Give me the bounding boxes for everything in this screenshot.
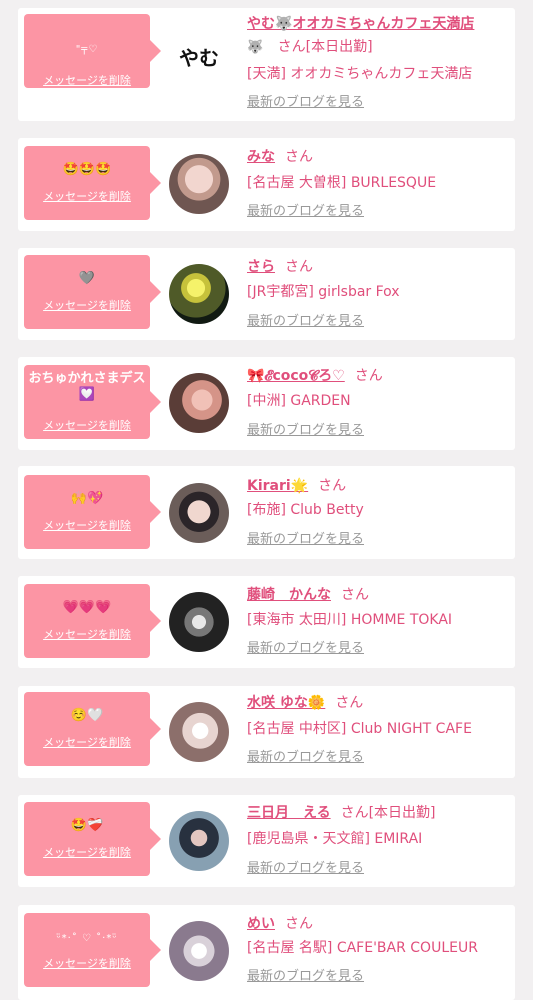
avatar[interactable] [169, 921, 229, 981]
message-text: 🤩❤️‍🩹 [70, 818, 104, 833]
avatar[interactable] [169, 154, 229, 214]
message-bubble: 💗💗💗 メッセージを削除 [24, 584, 161, 658]
delete-message-link[interactable]: メッセージを削除 [24, 957, 150, 971]
delete-message-link[interactable]: メッセージを削除 [24, 419, 150, 433]
message-card: "╤♡ メッセージを削除 やむ やむ🐺オオカミちゃんカフェ天満店 🐺 さん[本日… [18, 8, 515, 121]
delete-message-link[interactable]: メッセージを削除 [24, 846, 150, 860]
latest-blog-link[interactable]: 最新のブログを見る [247, 641, 364, 657]
message-card: 🙌💖 メッセージを削除 Kirari🌟 さん [布施] Club Betty 最新… [18, 466, 515, 559]
cast-name-link[interactable]: めい [247, 916, 275, 932]
latest-blog-link[interactable]: 最新のブログを見る [247, 314, 364, 330]
latest-blog-link[interactable]: 最新のブログを見る [247, 423, 364, 439]
avatar-logo-text: やむ [179, 46, 219, 70]
message-card: 💗💗💗 メッセージを削除 藤崎 かんな さん [東海市 太田川] HOMME TO… [18, 576, 515, 668]
honorific: さん [341, 587, 369, 603]
latest-blog-link[interactable]: 最新のブログを見る [247, 204, 364, 220]
delete-message-link[interactable]: メッセージを削除 [24, 74, 150, 88]
cast-name-link[interactable]: さら [247, 259, 275, 275]
message-text: ᵕ̈*·˚ ♡ ˚·*ᵕ̈ [56, 933, 118, 944]
cast-name-link[interactable]: みな [247, 149, 275, 165]
latest-blog-link[interactable]: 最新のブログを見る [247, 95, 364, 111]
name-row: めい さん [247, 915, 507, 933]
honorific: さん [285, 149, 313, 165]
avatar[interactable] [169, 264, 229, 324]
message-text: ☺️🤍 [70, 708, 104, 723]
status-badge: [本日出勤] [305, 39, 373, 55]
honorific: さん [277, 39, 306, 55]
name-row: Kirari🌟 さん [247, 477, 507, 495]
message-bubble: 🤩🤩🤩 メッセージを削除 [24, 146, 161, 220]
cast-name-link[interactable]: 三日月 える [247, 805, 331, 821]
delete-message-link[interactable]: メッセージを削除 [24, 736, 150, 750]
honorific: さん [285, 259, 313, 275]
message-card: おちゅかれさまデス💟 メッセージを削除 🎀𝓔coco𝓒ろ♡ さん [中洲] GAR… [18, 357, 515, 450]
message-text: 🩶 [78, 271, 96, 286]
delete-message-link[interactable]: メッセージを削除 [24, 628, 150, 642]
cast-name-link[interactable]: 🎀𝓔coco𝓒ろ♡ [247, 368, 345, 384]
latest-blog-link[interactable]: 最新のブログを見る [247, 750, 364, 766]
name-row: 三日月 える さん[本日出勤] [247, 804, 507, 822]
name-row: 藤崎 かんな さん [247, 586, 507, 604]
name-row: 水咲 ゆな🌼 さん [247, 694, 507, 712]
message-text: 🙌💖 [70, 491, 104, 506]
message-text: 💗💗💗 [62, 600, 112, 615]
latest-blog-link[interactable]: 最新のブログを見る [247, 532, 364, 548]
message-bubble: ☺️🤍 メッセージを削除 [24, 692, 161, 766]
message-card: 🤩❤️‍🩹 メッセージを削除 三日月 える さん[本日出勤] [鹿児島県・天文館]… [18, 795, 515, 887]
latest-blog-link[interactable]: 最新のブログを見る [247, 969, 364, 985]
name-row: みな さん [247, 148, 507, 166]
wolf-icon: 🐺 [247, 40, 264, 55]
honorific: さん [354, 368, 383, 384]
message-bubble: 🙌💖 メッセージを削除 [24, 475, 161, 549]
message-text: 🤩🤩🤩 [62, 162, 112, 177]
shop-name: [鹿児島県・天文館] EMIRAI [247, 831, 423, 847]
avatar[interactable] [169, 373, 229, 433]
name-row: さら さん [247, 258, 507, 276]
shop-name: [名古屋 中村区] Club NIGHT CAFE [247, 721, 472, 737]
message-card: 🩶 メッセージを削除 さら さん [JR宇都宮] girlsbar Fox 最新の… [18, 248, 515, 340]
shop-name: [名古屋 名駅] CAFE'BAR COULEUR [247, 940, 478, 956]
message-card: ᵕ̈*·˚ ♡ ˚·*ᵕ̈ メッセージを削除 めい さん [名古屋 名駅] CAF… [18, 905, 515, 1000]
avatar[interactable] [169, 702, 229, 762]
message-bubble: 🤩❤️‍🩹 メッセージを削除 [24, 802, 161, 876]
message-card: ☺️🤍 メッセージを削除 水咲 ゆな🌼 さん [名古屋 中村区] Club NIG… [18, 686, 515, 778]
message-card: 🤩🤩🤩 メッセージを削除 みな さん [名古屋 大曽根] BURLESQUE 最新… [18, 138, 515, 231]
message-bubble: "╤♡ メッセージを削除 [24, 14, 161, 88]
delete-message-link[interactable]: メッセージを削除 [24, 519, 150, 533]
honorific: さん [335, 695, 364, 711]
delete-message-link[interactable]: メッセージを削除 [24, 190, 150, 204]
honorific: さん [340, 805, 369, 821]
cast-name-link[interactable]: 藤崎 かんな [247, 587, 331, 603]
avatar[interactable] [169, 483, 229, 543]
latest-blog-link[interactable]: 最新のブログを見る [247, 861, 364, 877]
message-text: "╤♡ [75, 44, 99, 55]
shop-name: [布施] Club Betty [247, 502, 364, 518]
honorific: さん [285, 916, 313, 932]
status-badge: [本日出勤] [368, 805, 436, 821]
name-row: 🎀𝓔coco𝓒ろ♡ さん [247, 367, 507, 385]
shop-name: [天満] オオカミちゃんカフェ天満店 [247, 66, 473, 82]
shop-name: [JR宇都宮] girlsbar Fox [247, 284, 400, 300]
cast-name-link[interactable]: Kirari🌟 [247, 478, 308, 494]
name-row-second-line: 🐺 さん[本日出勤] [247, 38, 507, 57]
message-bubble: ᵕ̈*·˚ ♡ ˚·*ᵕ̈ メッセージを削除 [24, 913, 161, 987]
shop-name: [中洲] GARDEN [247, 393, 351, 409]
name-row: やむ🐺オオカミちゃんカフェ天満店 [247, 15, 507, 33]
shop-name: [名古屋 大曽根] BURLESQUE [247, 175, 437, 191]
shop-name: [東海市 太田川] HOMME TOKAI [247, 612, 453, 628]
honorific: さん [318, 478, 347, 494]
avatar[interactable]: やむ [169, 40, 229, 100]
message-bubble: おちゅかれさまデス💟 メッセージを削除 [24, 365, 161, 439]
cast-name-link[interactable]: やむ🐺オオカミちゃんカフェ天満店 [247, 16, 474, 32]
avatar[interactable] [169, 592, 229, 652]
message-list: "╤♡ メッセージを削除 やむ やむ🐺オオカミちゃんカフェ天満店 🐺 さん[本日… [0, 0, 533, 1000]
message-bubble: 🩶 メッセージを削除 [24, 255, 161, 329]
message-text: おちゅかれさまデス💟 [28, 371, 146, 402]
delete-message-link[interactable]: メッセージを削除 [24, 299, 150, 313]
cast-name-link[interactable]: 水咲 ゆな🌼 [247, 695, 325, 711]
avatar[interactable] [169, 811, 229, 871]
